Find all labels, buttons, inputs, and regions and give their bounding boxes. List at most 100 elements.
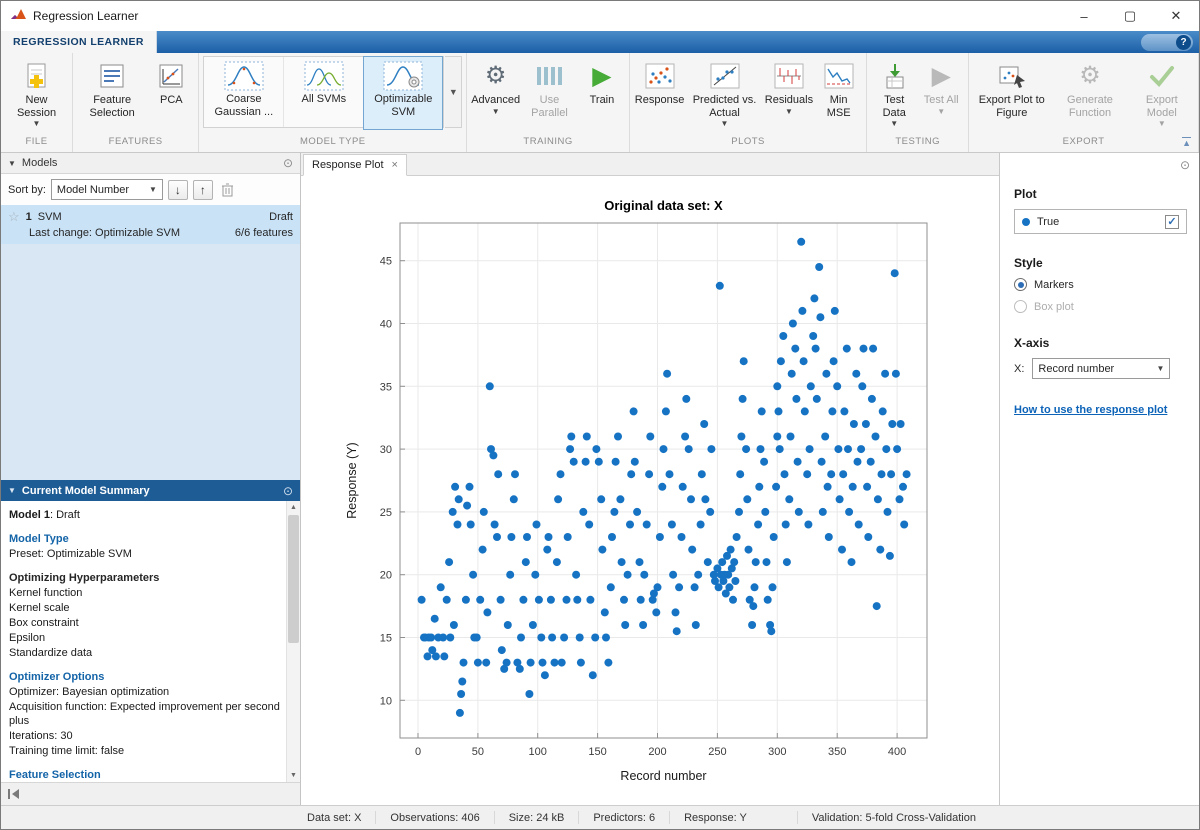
chevron-down-icon: ▼ [32,119,41,129]
legend-marker [1022,217,1030,226]
panel-options-icon[interactable]: ⊙ [283,484,293,498]
use-parallel-button[interactable]: Use Parallel [521,56,578,132]
help-icon[interactable]: ? [1176,34,1191,50]
ribbon-section-plots: Response Predicted vs. Actual ▼ Residual… [630,53,868,152]
markers-radio-row[interactable]: Markers [1014,278,1187,291]
close-button[interactable]: ✕ [1153,1,1199,31]
response-plot-button[interactable]: Response [634,56,685,132]
export-plot-button[interactable]: Export Plot to Figure [973,56,1050,132]
residuals-button[interactable]: Residuals ▼ [764,56,814,132]
favorite-star-icon[interactable]: ☆ [8,209,20,225]
summary-model-label: Model 1 [9,509,50,521]
sort-descending-button[interactable]: ↓ [167,179,188,200]
test-all-icon: ▶ [931,61,951,90]
coarse-gaussian-icon [224,61,264,91]
new-session-button[interactable]: New Session ▼ [5,56,68,132]
sort-ascending-button[interactable]: ↑ [192,179,213,200]
model-type-gallery: Coarse Gaussian ... All SVMs Optimizable… [203,56,445,130]
gear-icon: ⚙ [484,62,507,89]
sort-by-select[interactable]: Model Number ▼ [50,179,163,200]
svg-text:150: 150 [588,746,606,758]
model-number: 1 [25,211,32,223]
summary-feature-selection-heading[interactable]: Feature Selection [9,768,280,782]
models-sort-row: Sort by: Model Number ▼ ↓ ↑ [1,174,300,205]
maximize-button[interactable]: ▢ [1107,1,1153,31]
summary-preset: Preset: Optimizable SVM [9,548,132,560]
scatter-plot: 0 50 100 150 200 250 300 350 400 10 15 20 25 30 35 40 45… [345,198,928,783]
xaxis-select[interactable]: Record number ▼ [1032,358,1171,379]
pca-button[interactable]: PCA [148,56,194,132]
panel-options-icon[interactable]: ⊙ [1180,158,1190,172]
collapse-triangle-icon[interactable]: ▼ [8,486,16,495]
chevron-down-icon: ▼ [890,119,899,129]
test-data-button[interactable]: Test Data ▼ [871,56,917,132]
summary-optimizer-line: Acquisition function: Expected improveme… [9,701,280,727]
train-button[interactable]: ▶ Train [579,56,625,132]
radio-selected-icon[interactable] [1014,278,1027,291]
scroll-up-icon[interactable]: ▲ [287,501,300,514]
tab-response-plot[interactable]: Response Plot × [303,154,407,176]
feature-selection-icon [95,60,129,92]
export-model-button[interactable]: Export Model ▼ [1130,56,1194,132]
plot-heading: Plot [1014,187,1037,201]
gallery-item-coarse-gaussian[interactable]: Coarse Gaussian ... [204,57,285,127]
summary-model-status: : Draft [49,509,80,521]
model-list-item[interactable]: ☆ 1 SVM Draft Last change: Optimizable S… [1,205,300,244]
test-all-button[interactable]: ▶ Test All ▼ [918,56,964,132]
svg-text:30: 30 [380,444,392,456]
ribbon-section-export: Export Plot to Figure ⚙ Generate Functio… [969,53,1199,152]
radio-unselected-icon[interactable] [1014,300,1027,313]
status-observations: Observations: 406 [390,811,480,824]
model-last-change: Last change: Optimizable SVM [29,227,181,239]
close-tab-icon[interactable]: × [392,159,398,171]
svg-text:100: 100 [529,746,547,758]
regression-learner-window: Regression Learner – ▢ ✕ REGRESSION LEAR… [0,0,1200,830]
status-bar: Data set: X Observations: 406 Size: 24 k… [1,805,1199,829]
legend-checkbox[interactable]: ✓ [1165,214,1179,229]
delete-model-button[interactable] [218,180,238,200]
ribbon-collapse-icon[interactable]: ▲ [1182,137,1191,148]
status-separator [669,811,671,824]
scrollbar-thumb[interactable] [288,515,299,643]
check-icon [1145,60,1179,92]
predicted-vs-actual-button[interactable]: Predicted vs. Actual ▼ [686,56,763,132]
play-icon: ▶ [592,61,612,90]
all-svms-icon [304,61,344,91]
svg-text:200: 200 [648,746,666,758]
summary-hyperparams-heading: Optimizing Hyperparameters [9,572,160,584]
collapse-panel-icon[interactable] [7,788,21,800]
generate-function-icon: ⚙ [1079,62,1101,89]
advanced-button[interactable]: ⚙ Advanced ▼ [471,56,520,132]
feature-selection-button[interactable]: Feature Selection [77,56,147,132]
status-separator [375,811,377,824]
summary-scrollbar[interactable]: ▲ ▼ [286,501,300,782]
parallel-bars-icon [532,60,566,92]
trash-icon [222,183,234,197]
summary-body: Model 1: Draft Model Type Preset: Optimi… [1,501,300,782]
status-separator [493,811,495,824]
document-tab-bar: Response Plot × [301,153,999,176]
panel-options-icon[interactable]: ⊙ [283,156,293,170]
svg-text:400: 400 [888,746,906,758]
status-data-set: Data set: X [307,811,362,824]
response-plot-help-link[interactable]: How to use the response plot [1014,403,1167,417]
optimizable-svm-icon [383,61,423,91]
collapse-triangle-icon[interactable]: ▼ [8,159,16,168]
tab-regression-learner[interactable]: REGRESSION LEARNER [1,31,157,53]
xaxis-heading: X-axis [1014,336,1050,350]
scroll-down-icon[interactable]: ▼ [287,769,300,782]
gallery-item-all-svms[interactable]: All SVMs [284,57,365,127]
minimize-button[interactable]: – [1061,1,1107,31]
content: ▼ Models ⊙ Sort by: Model Number ▼ ↓ ↑ ☆ [1,153,1199,805]
style-heading: Style [1014,256,1043,270]
plot-controls-panel: ⊙ Plot True ✓ Style Markers Box plot X-a… [999,153,1199,805]
summary-optimizer-heading[interactable]: Optimizer Options [9,670,280,684]
gallery-item-optimizable-svm[interactable]: Optimizable SVM [363,56,444,130]
box-plot-radio-row[interactable]: Box plot [1014,300,1187,313]
generate-function-button[interactable]: ⚙ Generate Function [1051,56,1128,132]
help-pill[interactable]: ? [1141,33,1193,51]
summary-model-type-heading[interactable]: Model Type [9,532,280,546]
chevron-down-icon: ▼ [720,119,729,129]
min-mse-button[interactable]: Min MSE [815,56,862,132]
gallery-expand-button[interactable]: ▼ [445,56,463,128]
